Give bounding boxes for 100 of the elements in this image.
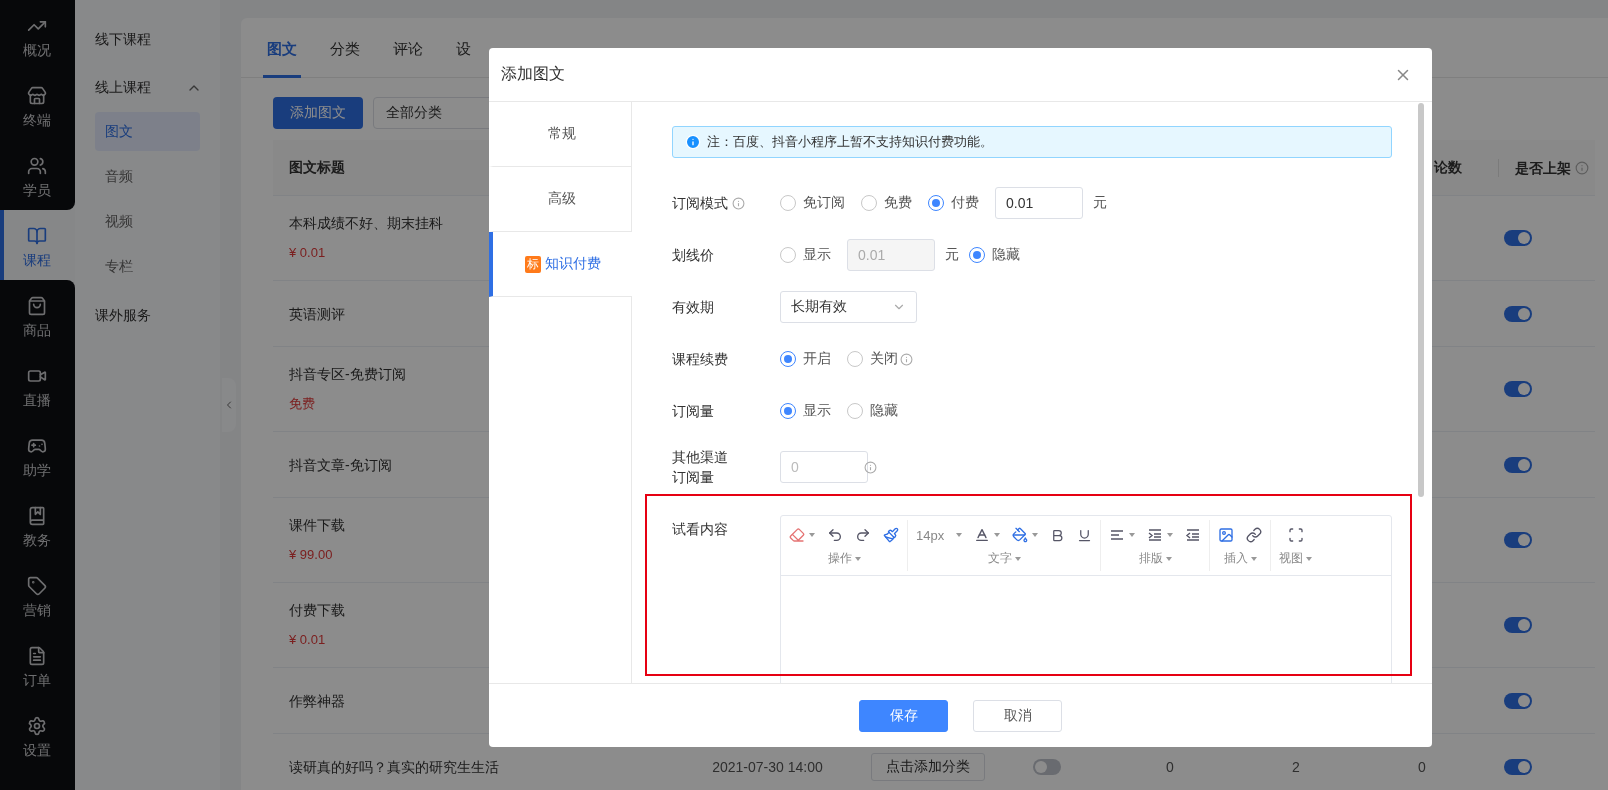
brush-icon[interactable] (883, 527, 899, 543)
column-header: 图文标题 (288, 158, 346, 177)
nav-item[interactable]: 营销 (0, 560, 75, 630)
toggle-switch[interactable] (1504, 230, 1532, 246)
nav-item[interactable]: 终端 (0, 70, 75, 140)
count-cell: 0 (1418, 758, 1426, 775)
toolbar-group-menu[interactable]: 排版 (1138, 550, 1172, 567)
column-header: 论数 (1433, 158, 1463, 177)
radio-option[interactable]: 隐藏 (969, 246, 1020, 264)
nav-item[interactable]: 学员 (0, 140, 75, 210)
field-label: 订阅量 (672, 402, 714, 421)
subnav-item[interactable]: 线上课程 (94, 64, 220, 112)
nav-item[interactable]: 直播 (0, 350, 75, 420)
radio-option[interactable]: 显示 (780, 246, 831, 264)
field-label: 划线价 (672, 246, 714, 265)
link-icon[interactable] (1246, 527, 1263, 543)
side-tab[interactable]: 标 知识付费 (489, 232, 632, 297)
nav-item[interactable]: 助学 (0, 420, 75, 490)
toggle-switch[interactable] (1504, 532, 1532, 548)
toolbar-group-menu[interactable]: 文字 (987, 550, 1021, 567)
underline-icon[interactable] (1077, 527, 1093, 543)
side-tab-label: 知识付费 (544, 255, 601, 273)
nav-item[interactable]: 设置 (0, 700, 75, 790)
add-category-button[interactable]: 点击添加分类 (870, 752, 985, 781)
font-size-select[interactable]: 14px (916, 527, 963, 543)
collapse-handle[interactable] (222, 378, 236, 432)
radio-option[interactable]: 关闭 (847, 350, 898, 368)
toolbar-group-menu[interactable]: 操作 (827, 550, 861, 567)
subnav-item[interactable]: 图文 (94, 112, 200, 151)
save-button[interactable]: 保存 (859, 699, 948, 732)
article-title: 付费下载 (289, 601, 346, 620)
image-icon[interactable] (1218, 527, 1235, 543)
cancel-button[interactable]: 取消 (973, 699, 1062, 732)
toolbar-group-menu[interactable]: 视图 (1279, 550, 1313, 567)
tab[interactable]: 图文 (263, 40, 301, 78)
input-field[interactable]: 0 (780, 451, 868, 483)
subnav-item[interactable]: 视频 (94, 202, 200, 241)
tag-badge: 标 (524, 255, 541, 273)
field-label: 订阅模式 (672, 194, 728, 213)
article-title: 作弊神器 (289, 691, 346, 711)
scrollbar-thumb[interactable] (1418, 103, 1424, 497)
gamepad-icon (27, 436, 48, 456)
input-field[interactable]: 0.01 (995, 187, 1083, 219)
radio-option[interactable]: 付费 (928, 194, 979, 212)
add-button[interactable]: 添加图文 (273, 97, 363, 129)
price: ¥ 99.00 (289, 546, 334, 564)
radio-option[interactable]: 免订阅 (780, 194, 845, 212)
info-icon[interactable] (1575, 160, 1589, 175)
article-title: 抖音文章-免订阅 (289, 455, 393, 475)
subnav-item[interactable]: 线下课程 (94, 16, 220, 64)
tab[interactable]: 评论 (389, 40, 427, 78)
nav-item[interactable]: 教务 (0, 490, 75, 560)
notebook-icon (27, 506, 48, 526)
radio-option[interactable]: 隐藏 (847, 402, 898, 420)
redo-icon[interactable] (855, 527, 871, 543)
eraser-icon[interactable] (789, 527, 815, 543)
dialog-title: 添加图文 (501, 64, 565, 84)
indent-icon[interactable] (1147, 527, 1164, 543)
toggle-switch[interactable] (1504, 381, 1532, 397)
radio-option[interactable]: 显示 (780, 402, 831, 420)
undo-icon[interactable] (827, 527, 843, 543)
toggle-switch[interactable] (1033, 758, 1061, 775)
nav-item[interactable]: 概况 (0, 0, 75, 70)
unit-label: 元 (945, 246, 959, 264)
toolbar-group-menu[interactable]: 插入 (1223, 550, 1257, 567)
article-title: 读研真的好吗？真实的研究生生活 (289, 757, 500, 777)
document-icon (27, 646, 48, 666)
validity-select[interactable]: 长期有效 (780, 291, 917, 323)
indent-icon[interactable] (1185, 527, 1202, 543)
field-label: 试看内容 (672, 520, 728, 539)
radio-option[interactable]: 免费 (861, 194, 912, 212)
subnav-item[interactable]: 音频 (94, 157, 200, 196)
nav-item[interactable]: 订单 (0, 630, 75, 700)
subnav-item[interactable]: 课外服务 (94, 292, 220, 340)
side-tab-label: 常规 (548, 125, 576, 143)
tag-icon (27, 576, 48, 596)
radio-option[interactable]: 开启 (780, 350, 831, 368)
info-icon[interactable] (732, 196, 745, 210)
price: ¥ 0.01 (289, 631, 327, 649)
toggle-switch[interactable] (1504, 692, 1532, 709)
tab[interactable]: 分类 (326, 40, 364, 78)
toggle-switch[interactable] (1504, 456, 1532, 473)
price: 免费 (289, 395, 316, 413)
nav-item[interactable]: 商品 (0, 280, 75, 350)
side-tab-label: 高级 (548, 190, 576, 208)
store-icon (27, 86, 48, 106)
toggle-switch[interactable] (1504, 305, 1532, 322)
font-color-icon[interactable] (974, 527, 1001, 543)
subnav-item[interactable]: 专栏 (94, 247, 200, 286)
fill-color-icon[interactable] (1012, 527, 1039, 543)
date-cell: 2021-07-30 14:00 (712, 758, 823, 775)
align-icon[interactable] (1109, 527, 1126, 543)
tab[interactable]: 设 (452, 40, 475, 78)
article-title: 课件下载 (289, 516, 346, 535)
toggle-switch[interactable] (1504, 617, 1532, 633)
info-icon[interactable] (900, 352, 913, 366)
fullscreen-icon[interactable] (1287, 527, 1304, 543)
article-title: 英语测评 (289, 304, 346, 324)
toggle-switch[interactable] (1504, 758, 1532, 775)
unit-label: 元 (1093, 194, 1107, 212)
